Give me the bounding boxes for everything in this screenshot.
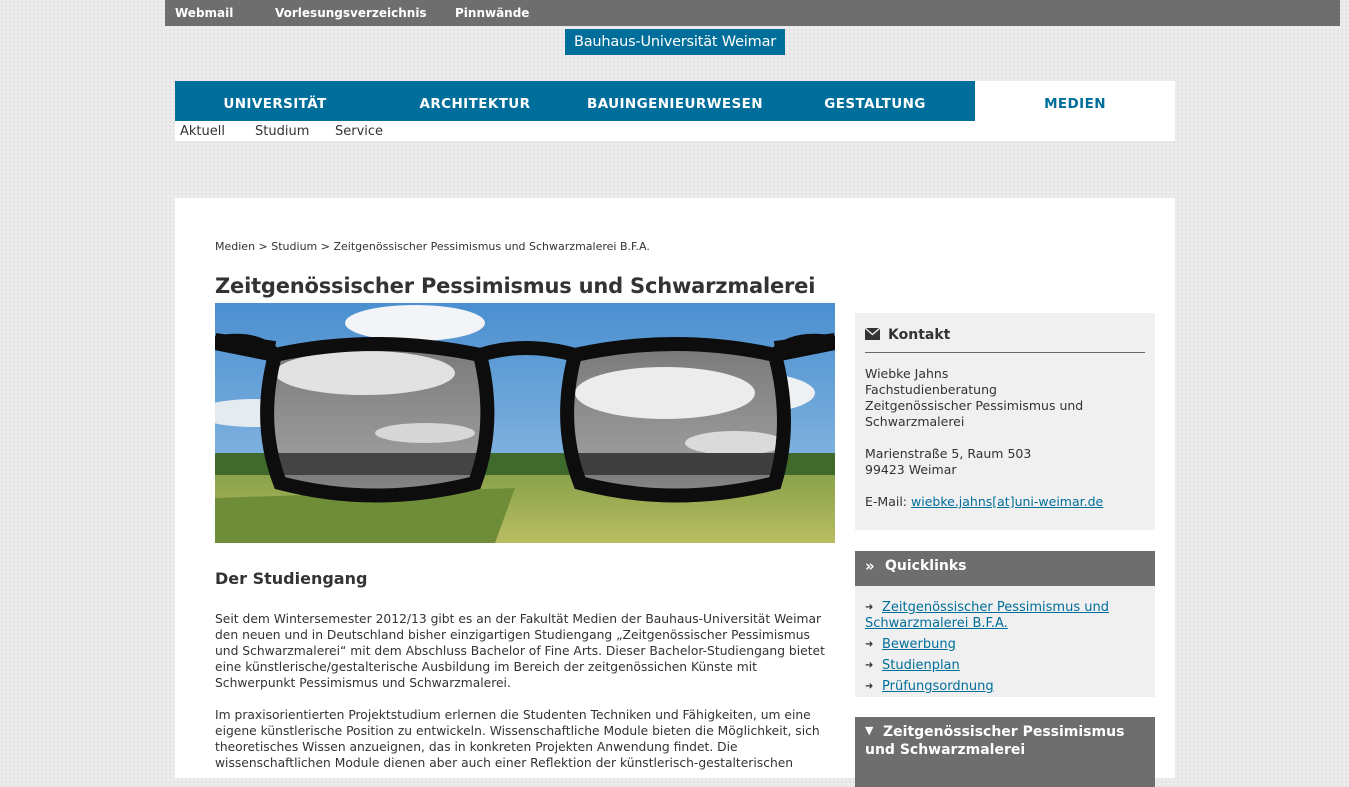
top-utility-bar: Webmail Vorlesungsverzeichnis Pinnwände bbox=[165, 0, 1340, 26]
quicklink-item[interactable]: ➜ Studienplan bbox=[865, 658, 1109, 674]
paragraph-line: den neuen und in Deutschland bisher einz… bbox=[215, 628, 810, 642]
contact-role: Fachstudienberatung bbox=[865, 382, 997, 397]
nav-item-universitaet[interactable]: UNIVERSITÄT bbox=[175, 81, 375, 121]
breadcrumb-separator: > bbox=[258, 240, 268, 253]
email-link[interactable]: wiebke.jahns[at]uni-weimar.de bbox=[911, 494, 1103, 509]
subnav-item-service[interactable]: Service bbox=[335, 121, 383, 143]
arrow-right-icon: ➜ bbox=[865, 639, 874, 650]
pinnwaende-link[interactable]: Pinnwände bbox=[455, 0, 529, 26]
quicklinks-list: ➜ Zeitgenössischer Pessimismus und Schwa… bbox=[865, 600, 1109, 700]
kontakt-box: Kontakt Wiebke Jahns Fachstudienberatung… bbox=[855, 313, 1155, 530]
main-nav: UNIVERSITÄT ARCHITEKTUR BAUINGENIEURWESE… bbox=[175, 81, 1175, 121]
double-chevron-icon: » bbox=[865, 557, 875, 575]
program-box-title-line-2: und Schwarzmalerei bbox=[865, 742, 1026, 758]
breadcrumb-item-current: Zeitgenössischer Pessimismus und Schwarz… bbox=[333, 240, 650, 253]
nav-item-medien[interactable]: MEDIEN bbox=[975, 81, 1175, 121]
quicklink-program-continued[interactable]: Schwarzmalerei B.F.A. bbox=[865, 616, 1008, 631]
program-box-header[interactable]: ▼ Zeitgenössischer Pessimismus und Schwa… bbox=[855, 717, 1155, 787]
content-panel: Medien > Studium > Zeitgenössischer Pess… bbox=[175, 198, 1175, 787]
university-logo[interactable]: Bauhaus-Universität Weimar bbox=[565, 29, 785, 55]
page-title: Zeitgenössischer Pessimismus und Schwarz… bbox=[215, 274, 816, 298]
envelope-icon bbox=[864, 327, 881, 340]
paragraph-line: Schwerpunkt Pessimismus und Schwarzmaler… bbox=[215, 676, 511, 690]
email-label: E-Mail: bbox=[865, 494, 908, 509]
contact-city: 99423 Weimar bbox=[865, 462, 957, 477]
paragraph-line: eine künstlerische/gestalterische Ausbil… bbox=[215, 660, 757, 674]
quicklink-item[interactable]: ➜ Bewerbung bbox=[865, 637, 1109, 653]
nav-item-architektur[interactable]: ARCHITEKTUR bbox=[375, 81, 575, 121]
kontakt-title: Kontakt bbox=[888, 327, 951, 343]
intro-paragraph-2: Im praxisorientierten Projektstudium erl… bbox=[215, 707, 840, 771]
contact-name: Wiebke Jahns bbox=[865, 366, 949, 381]
paragraph-line: und Schwarzmalerei“ mit dem Abschluss Ba… bbox=[215, 644, 825, 658]
contact-program-line: Zeitgenössischer Pessimismus und bbox=[865, 398, 1084, 413]
section-title: Der Studiengang bbox=[215, 569, 368, 588]
quicklinks-header: » Quicklinks bbox=[855, 551, 1155, 586]
quicklink-item[interactable]: ➜ Prüfungsordnung bbox=[865, 679, 1109, 695]
nav-item-bauingenieurwesen[interactable]: BAUINGENIEURWESEN bbox=[575, 81, 775, 121]
quicklink-studienplan[interactable]: Studienplan bbox=[882, 658, 960, 673]
quicklink-pruefungsordnung[interactable]: Prüfungsordnung bbox=[882, 679, 994, 694]
sub-nav: Aktuell Studium Service bbox=[175, 121, 1175, 141]
triangle-down-icon: ▼ bbox=[865, 724, 874, 737]
breadcrumb-item-medien[interactable]: Medien bbox=[215, 240, 255, 253]
breadcrumb: Medien > Studium > Zeitgenössischer Pess… bbox=[215, 240, 650, 253]
nav-item-gestaltung[interactable]: GESTALTUNG bbox=[775, 81, 975, 121]
subnav-item-aktuell[interactable]: Aktuell bbox=[180, 121, 225, 143]
paragraph-line: Im praxisorientierten Projektstudium erl… bbox=[215, 708, 811, 722]
quicklink-program[interactable]: Zeitgenössischer Pessimismus und bbox=[882, 600, 1109, 615]
paragraph-line: Seit dem Wintersemester 2012/13 gibt es … bbox=[215, 612, 822, 626]
kontakt-header: Kontakt bbox=[864, 325, 1145, 353]
paragraph-line: wissenschaftlichen Module dienen aber au… bbox=[215, 756, 794, 770]
intro-paragraph-1: Seit dem Wintersemester 2012/13 gibt es … bbox=[215, 611, 840, 691]
quicklinks-box: ➜ Zeitgenössischer Pessimismus und Schwa… bbox=[855, 586, 1155, 697]
contact-street: Marienstraße 5, Raum 503 bbox=[865, 446, 1032, 461]
quicklinks-title: Quicklinks bbox=[885, 558, 967, 574]
program-box-title-line-1: Zeitgenössischer Pessimismus bbox=[883, 724, 1125, 740]
kontakt-details: Wiebke Jahns Fachstudienberatung Zeitgen… bbox=[865, 366, 1103, 510]
arrow-right-icon: ➜ bbox=[865, 602, 874, 613]
arrow-right-icon: ➜ bbox=[865, 660, 874, 671]
breadcrumb-item-studium[interactable]: Studium bbox=[271, 240, 317, 253]
webmail-link[interactable]: Webmail bbox=[175, 0, 233, 26]
arrow-right-icon: ➜ bbox=[865, 681, 874, 692]
paragraph-line: eigene künstlerische Position zu entwick… bbox=[215, 724, 820, 738]
quicklink-item[interactable]: ➜ Zeitgenössischer Pessimismus und Schwa… bbox=[865, 600, 1109, 632]
breadcrumb-separator: > bbox=[320, 240, 330, 253]
quicklink-bewerbung[interactable]: Bewerbung bbox=[882, 637, 956, 652]
paragraph-line: theoretisches Wissen anzueignen, das in … bbox=[215, 740, 738, 754]
subnav-item-studium[interactable]: Studium bbox=[255, 121, 309, 143]
contact-program-line: Schwarzmalerei bbox=[865, 414, 965, 429]
vorlesungsverzeichnis-link[interactable]: Vorlesungsverzeichnis bbox=[275, 0, 427, 26]
hero-image-glasses bbox=[215, 303, 835, 543]
contact-email-row: E-Mail: wiebke.jahns[at]uni-weimar.de bbox=[865, 494, 1103, 510]
